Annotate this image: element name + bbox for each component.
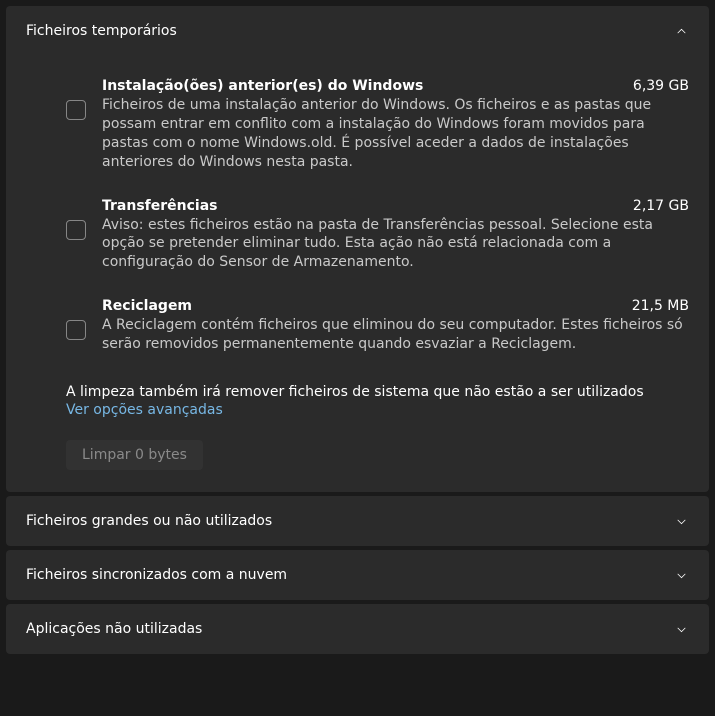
temp-files-body: Instalação(ões) anterior(es) do Windows … xyxy=(6,56,709,492)
panel-header-large-files[interactable]: Ficheiros grandes ou não utilizados xyxy=(6,496,709,546)
panel-cloud-synced: Ficheiros sincronizados com a nuvem xyxy=(6,550,709,600)
panel-header-cloud-synced[interactable]: Ficheiros sincronizados com a nuvem xyxy=(6,550,709,600)
panel-title-temp: Ficheiros temporários xyxy=(26,23,177,39)
chevron-down-icon xyxy=(673,513,689,529)
clean-button[interactable]: Limpar 0 bytes xyxy=(66,440,203,470)
panel-temp-files: Ficheiros temporários Instalação(ões) an… xyxy=(6,6,709,492)
option-desc: Ficheiros de uma instalação anterior do … xyxy=(102,96,689,172)
option-title: Instalação(ões) anterior(es) do Windows xyxy=(102,78,423,94)
option-recycle-bin: Reciclagem 21,5 MB A Reciclagem contém f… xyxy=(26,288,689,370)
panel-title-apps: Aplicações não utilizadas xyxy=(26,621,202,637)
option-size: 6,39 GB xyxy=(633,78,689,94)
chevron-up-icon xyxy=(673,23,689,39)
chevron-down-icon xyxy=(673,567,689,583)
checkbox-recycle-bin[interactable] xyxy=(66,320,86,340)
checkbox-downloads[interactable] xyxy=(66,220,86,240)
option-size: 2,17 GB xyxy=(633,198,689,214)
option-title: Transferências xyxy=(102,198,218,214)
chevron-down-icon xyxy=(673,621,689,637)
option-downloads: Transferências 2,17 GB Aviso: estes fich… xyxy=(26,188,689,289)
option-size: 21,5 MB xyxy=(632,298,689,314)
advanced-options-link[interactable]: Ver opções avançadas xyxy=(66,402,223,418)
panel-header-temp-files[interactable]: Ficheiros temporários xyxy=(6,6,709,56)
option-prev-windows: Instalação(ões) anterior(es) do Windows … xyxy=(26,68,689,188)
panel-large-files: Ficheiros grandes ou não utilizados xyxy=(6,496,709,546)
panel-unused-apps: Aplicações não utilizadas xyxy=(6,604,709,654)
checkbox-prev-windows[interactable] xyxy=(66,100,86,120)
option-desc: Aviso: estes ficheiros estão na pasta de… xyxy=(102,216,689,273)
panel-title-large: Ficheiros grandes ou não utilizados xyxy=(26,513,272,529)
option-title: Reciclagem xyxy=(102,298,192,314)
option-desc: A Reciclagem contém ficheiros que elimin… xyxy=(102,316,689,354)
cleanup-note: A limpeza também irá remover ficheiros d… xyxy=(66,384,689,400)
panel-header-unused-apps[interactable]: Aplicações não utilizadas xyxy=(6,604,709,654)
panel-title-cloud: Ficheiros sincronizados com a nuvem xyxy=(26,567,287,583)
